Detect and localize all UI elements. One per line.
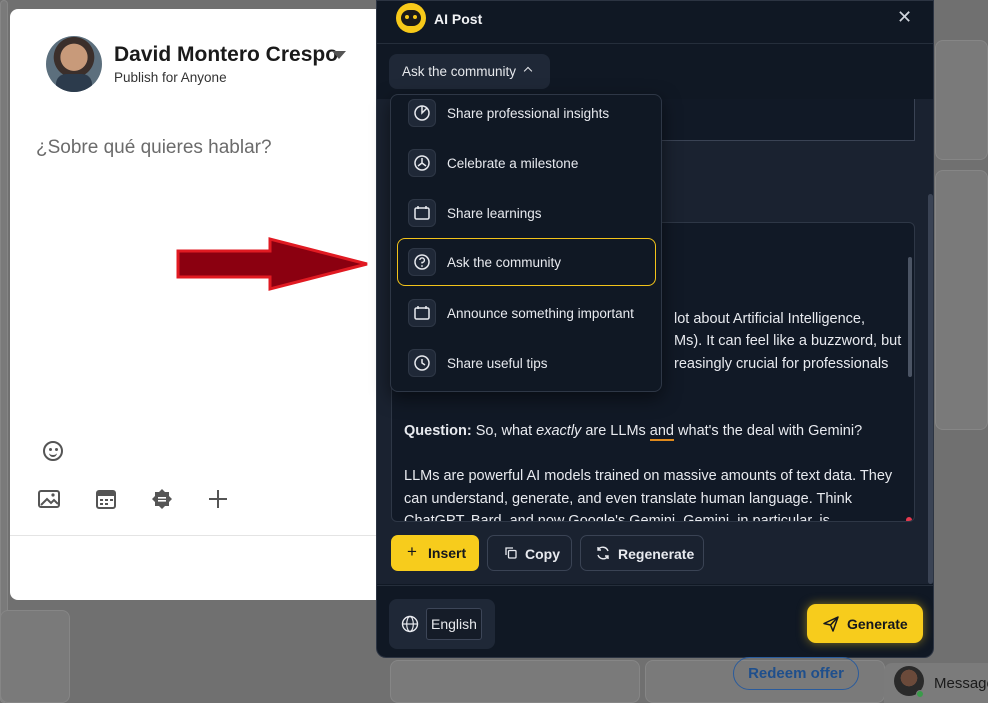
- regenerate-button[interactable]: Regenerate: [580, 535, 704, 571]
- clock-icon: [408, 349, 436, 377]
- insert-label: Insert: [428, 545, 467, 561]
- notification-dot: [906, 517, 912, 521]
- output-line: reasingly crucial for professionals: [674, 356, 889, 372]
- ai-panel-footer: English Generate: [377, 585, 933, 659]
- avatar: [46, 36, 102, 92]
- output-line: lot about Artificial Intelligence,: [674, 311, 866, 327]
- messaging-label: Message: [934, 675, 988, 692]
- tone-dropdown-menu: Share professional insights Celebrate a …: [390, 94, 662, 392]
- pie-chart-icon: [408, 99, 436, 127]
- learnings-icon: [408, 199, 436, 227]
- dropdown-item-label: Celebrate a milestone: [447, 156, 579, 171]
- post-text-input[interactable]: ¿Sobre qué quieres hablar?: [36, 137, 272, 159]
- messaging-bar[interactable]: Message: [884, 663, 988, 703]
- plus-icon: +: [407, 542, 417, 561]
- dropdown-item-milestone[interactable]: Celebrate a milestone: [397, 139, 656, 187]
- dropdown-item-label: Share useful tips: [447, 356, 548, 371]
- bg-right-card-2: [935, 170, 988, 430]
- bg-bottom-card-2: [390, 660, 640, 703]
- output-text: are LLMs: [581, 423, 650, 439]
- panel-scrollbar[interactable]: [928, 194, 933, 584]
- question-label: Question:: [404, 423, 472, 439]
- globe-icon: [401, 615, 419, 633]
- dropdown-item-label: Share professional insights: [447, 106, 610, 121]
- dropdown-item-ask-community[interactable]: Ask the community: [397, 238, 656, 286]
- dropdown-item-label: Share learnings: [447, 206, 542, 221]
- online-status-icon: [916, 690, 924, 698]
- audience-label[interactable]: Publish for Anyone: [114, 70, 227, 85]
- generate-button[interactable]: Generate: [807, 604, 923, 643]
- dropdown-item-learnings[interactable]: Share learnings: [397, 189, 656, 237]
- image-icon[interactable]: [38, 488, 60, 510]
- output-scrollbar[interactable]: [908, 257, 912, 377]
- dropdown-item-label: Ask the community: [447, 255, 562, 270]
- spellcheck-word[interactable]: and: [649, 423, 674, 441]
- insert-button[interactable]: + Insert: [391, 535, 479, 571]
- plus-icon[interactable]: [207, 488, 229, 510]
- calendar-icon: [408, 299, 436, 327]
- output-text: So, what: [471, 423, 537, 439]
- regenerate-label: Regenerate: [618, 546, 695, 562]
- bg-right-card: [935, 40, 988, 160]
- tone-select-label: Ask the community: [402, 64, 517, 79]
- output-emphasis: exactly: [536, 423, 582, 439]
- tone-select-button[interactable]: Ask the community: [389, 54, 550, 89]
- prompt-textarea[interactable]: [647, 99, 915, 141]
- output-paragraph: LLMs are powerful AI models trained on m…: [404, 468, 893, 522]
- generate-label: Generate: [847, 616, 908, 632]
- post-composer: David Montero Crespo Publish for Anyone …: [10, 9, 390, 600]
- calendar-icon[interactable]: [95, 488, 117, 510]
- ai-panel-title: AI Post: [434, 11, 483, 27]
- dropdown-item-professional-insights[interactable]: Share professional insights: [397, 95, 656, 137]
- language-select[interactable]: English: [426, 608, 482, 640]
- copy-button[interactable]: Copy: [487, 535, 572, 571]
- user-name[interactable]: David Montero Crespo: [114, 43, 338, 67]
- copy-label: Copy: [525, 546, 560, 562]
- dropdown-item-announce[interactable]: Announce something important: [397, 289, 656, 337]
- copy-icon: [505, 547, 517, 559]
- emoji-icon[interactable]: [43, 441, 63, 461]
- badge-icon[interactable]: [151, 488, 173, 510]
- bg-left-edge: [0, 0, 8, 703]
- milestone-icon: [408, 149, 436, 177]
- question-icon: [408, 248, 436, 276]
- output-line: Ms). It can feel like a buzzword, but: [674, 333, 902, 349]
- close-icon[interactable]: ✕: [897, 7, 912, 28]
- chevron-down-icon[interactable]: [332, 51, 346, 59]
- output-question: Question: So, what exactly are LLMs and …: [404, 420, 902, 443]
- dropdown-item-useful-tips[interactable]: Share useful tips: [397, 339, 656, 387]
- dropdown-item-label: Announce something important: [447, 306, 634, 321]
- annotation-arrow-icon: [176, 237, 368, 291]
- bg-bottom-card: [0, 610, 70, 703]
- refresh-icon: [597, 546, 609, 560]
- ai-panel-header: AI Post ✕: [377, 1, 933, 44]
- composer-divider: [10, 535, 390, 536]
- send-icon: [823, 616, 839, 632]
- language-box: English: [389, 599, 495, 649]
- redeem-offer-button[interactable]: Redeem offer: [733, 657, 859, 690]
- output-text: what's the deal with Gemini?: [674, 423, 863, 439]
- ai-logo-icon: [396, 3, 426, 33]
- chevron-up-icon: [523, 66, 533, 76]
